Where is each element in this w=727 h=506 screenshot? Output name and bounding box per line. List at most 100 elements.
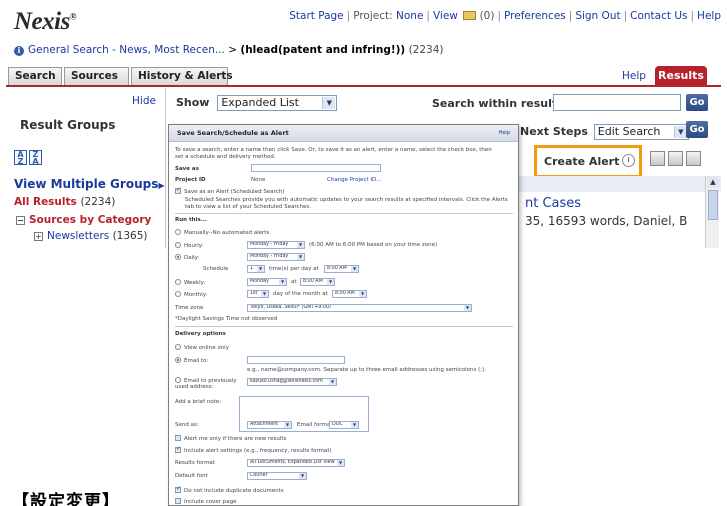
view-count: (0) — [479, 10, 495, 22]
radio-icon — [175, 344, 181, 350]
chevron-down-icon: ▼ — [464, 305, 471, 311]
hide-link[interactable]: Hide — [132, 95, 156, 107]
expand-icon[interactable]: + — [34, 232, 43, 241]
dialog-help-link[interactable]: Help — [499, 130, 510, 136]
chevron-down-icon: ▼ — [337, 460, 344, 466]
email-to-input[interactable] — [247, 356, 345, 364]
next-steps-control: Next Steps Edit Search ▼ — [520, 124, 689, 140]
result-title-link[interactable]: nt Cases — [525, 196, 581, 211]
search-within-go-button[interactable]: Go — [686, 94, 708, 111]
email-icon[interactable] — [668, 151, 683, 166]
daily-days-select[interactable]: Monday - Friday ▼ — [247, 253, 305, 261]
tab-sources[interactable]: Sources — [64, 67, 129, 85]
project-link[interactable]: None — [396, 10, 423, 22]
monthly-day-select[interactable]: 1st ▼ — [247, 290, 269, 298]
send-as-select[interactable]: Attachment ▼ — [247, 421, 292, 429]
times-per-day-select[interactable]: 1 ▼ — [247, 265, 265, 273]
create-alert-button[interactable]: Create Alert — [534, 145, 642, 178]
checkbox-icon — [175, 498, 181, 504]
email-format-select[interactable]: DOC ▼ — [329, 421, 359, 429]
sort-controls: A ZZ A — [14, 149, 44, 168]
chevron-down-icon: ▼ — [297, 254, 304, 260]
hourly-radio[interactable]: Hourly: — [175, 242, 203, 249]
sign-out-link[interactable]: Sign Out — [575, 10, 620, 22]
radio-icon — [175, 279, 181, 285]
sources-by-category[interactable]: − Sources by Category — [16, 214, 151, 226]
result-meta: 35, 16593 words, Daniel, B — [525, 214, 688, 228]
view-link[interactable]: View — [433, 10, 458, 22]
start-page-link[interactable]: Start Page — [289, 10, 343, 22]
breadcrumb-search-link[interactable]: General Search - News, Most Recen... — [28, 44, 225, 56]
email-to-radio[interactable]: Email to: — [175, 357, 208, 364]
dialog-intro-line1: To save a search, enter a name then clic… — [175, 147, 492, 153]
preferences-link[interactable]: Preferences — [504, 10, 566, 22]
tab-history-alerts[interactable]: History & Alerts — [131, 67, 233, 85]
tab-results[interactable]: Results — [655, 66, 707, 86]
daily-time-select[interactable]: 8:00 AM ▼ — [324, 265, 359, 273]
newsletters-item[interactable]: + Newsletters (1365) — [34, 230, 148, 242]
checkbox-icon — [175, 485, 181, 493]
cover-page-checkbox[interactable]: Include cover page — [175, 498, 237, 505]
results-scrollbar[interactable]: ▲ — [705, 176, 719, 248]
monthly-radio[interactable]: Monthly: — [175, 291, 207, 298]
radio-icon — [175, 229, 181, 235]
show-select[interactable]: Expanded List ▼ — [217, 95, 338, 111]
hourly-days-select[interactable]: Monday - Friday ▼ — [247, 241, 305, 249]
nexis-logo: Nexis® — [14, 8, 77, 35]
tab-divider — [6, 85, 721, 87]
chevron-down-icon: ▼ — [322, 97, 336, 109]
change-project-link[interactable]: Change Project ID... — [327, 177, 381, 183]
tab-search[interactable]: Search — [8, 67, 62, 85]
info-icon[interactable]: i — [14, 46, 24, 56]
manually-radio[interactable]: Manually--No automated alerts — [175, 229, 269, 236]
no-duplicates-checkbox[interactable]: Do not include duplicate documents — [175, 485, 284, 494]
dialog-intro-line2: set a schedule and delivery method. — [175, 154, 276, 160]
radio-icon — [175, 254, 181, 260]
collapse-icon[interactable]: − — [16, 216, 25, 225]
settings-change-caption: 【設定変更】 — [12, 492, 120, 506]
time-zone-select[interactable]: Tokyo, Osaka, Seoul* (GMT+9:00) ▼ — [247, 304, 472, 312]
show-control: Show Expanded List ▼ — [176, 95, 338, 111]
email-previous-select[interactable]: kazuko.usnag@lexisnexis.com ▼ — [247, 378, 337, 386]
daily-radio[interactable]: Daily: — [175, 254, 199, 261]
email-previous-radio[interactable]: Email to previously used address: — [175, 377, 245, 390]
help-link[interactable]: Help — [697, 10, 721, 22]
divider — [175, 326, 513, 327]
view-online-radio[interactable]: View online only — [175, 344, 229, 351]
folder-icon[interactable] — [463, 11, 477, 20]
save-icon[interactable] — [686, 151, 701, 166]
view-multiple-groups-link[interactable]: View Multiple Groups▶ — [14, 177, 165, 191]
document-tools — [650, 151, 704, 170]
top-navigation: Start Page | Project: None | View (0) | Prefer… — [289, 10, 721, 22]
radio-icon — [175, 242, 181, 248]
results-format-label: Results format — [175, 460, 215, 466]
monthly-time-select[interactable]: 8:00 AM ▼ — [332, 290, 367, 298]
search-within-input[interactable] — [553, 94, 681, 111]
all-results-link[interactable]: All Results (2234) — [14, 196, 115, 208]
contact-us-link[interactable]: Contact Us — [630, 10, 687, 22]
results-list-header — [512, 176, 721, 192]
next-steps-go-button[interactable]: Go — [686, 121, 708, 138]
weekly-day-select[interactable]: Monday ▼ — [247, 278, 287, 286]
email-format-label: Email format — [297, 422, 333, 428]
results-format-select[interactable]: All Documents, Expanded List View ▼ — [247, 459, 345, 467]
weekly-time-select[interactable]: 8:00 AM ▼ — [300, 278, 335, 286]
radio-icon — [175, 377, 181, 383]
print-icon[interactable] — [650, 151, 665, 166]
scroll-thumb[interactable] — [708, 190, 718, 220]
include-settings-checkbox[interactable]: Include alert settings (e.g., frequency,… — [175, 445, 332, 454]
sort-za-icon[interactable]: ZA — [29, 150, 42, 166]
save-as-input[interactable] — [251, 164, 381, 172]
result-groups-heading: Result Groups — [20, 118, 116, 132]
alert-only-new-checkbox[interactable]: Alert me only if there are new results — [175, 435, 286, 442]
next-steps-select[interactable]: Edit Search ▼ — [593, 124, 689, 140]
help-link-tabs[interactable]: Help — [622, 70, 646, 82]
scroll-up-icon[interactable]: ▲ — [707, 176, 719, 188]
default-font-select[interactable]: Courier ▼ — [247, 472, 307, 480]
sort-az-icon[interactable]: AZ — [14, 150, 27, 166]
save-as-alert-checkbox[interactable]: Save as an Alert (Scheduled Search) — [175, 186, 284, 195]
chevron-down-icon: ▼ — [329, 379, 336, 385]
schedule-label: Schedule — [203, 266, 229, 272]
weekly-radio[interactable]: Weekly: — [175, 279, 205, 286]
next-steps-label: Next Steps — [520, 125, 588, 138]
